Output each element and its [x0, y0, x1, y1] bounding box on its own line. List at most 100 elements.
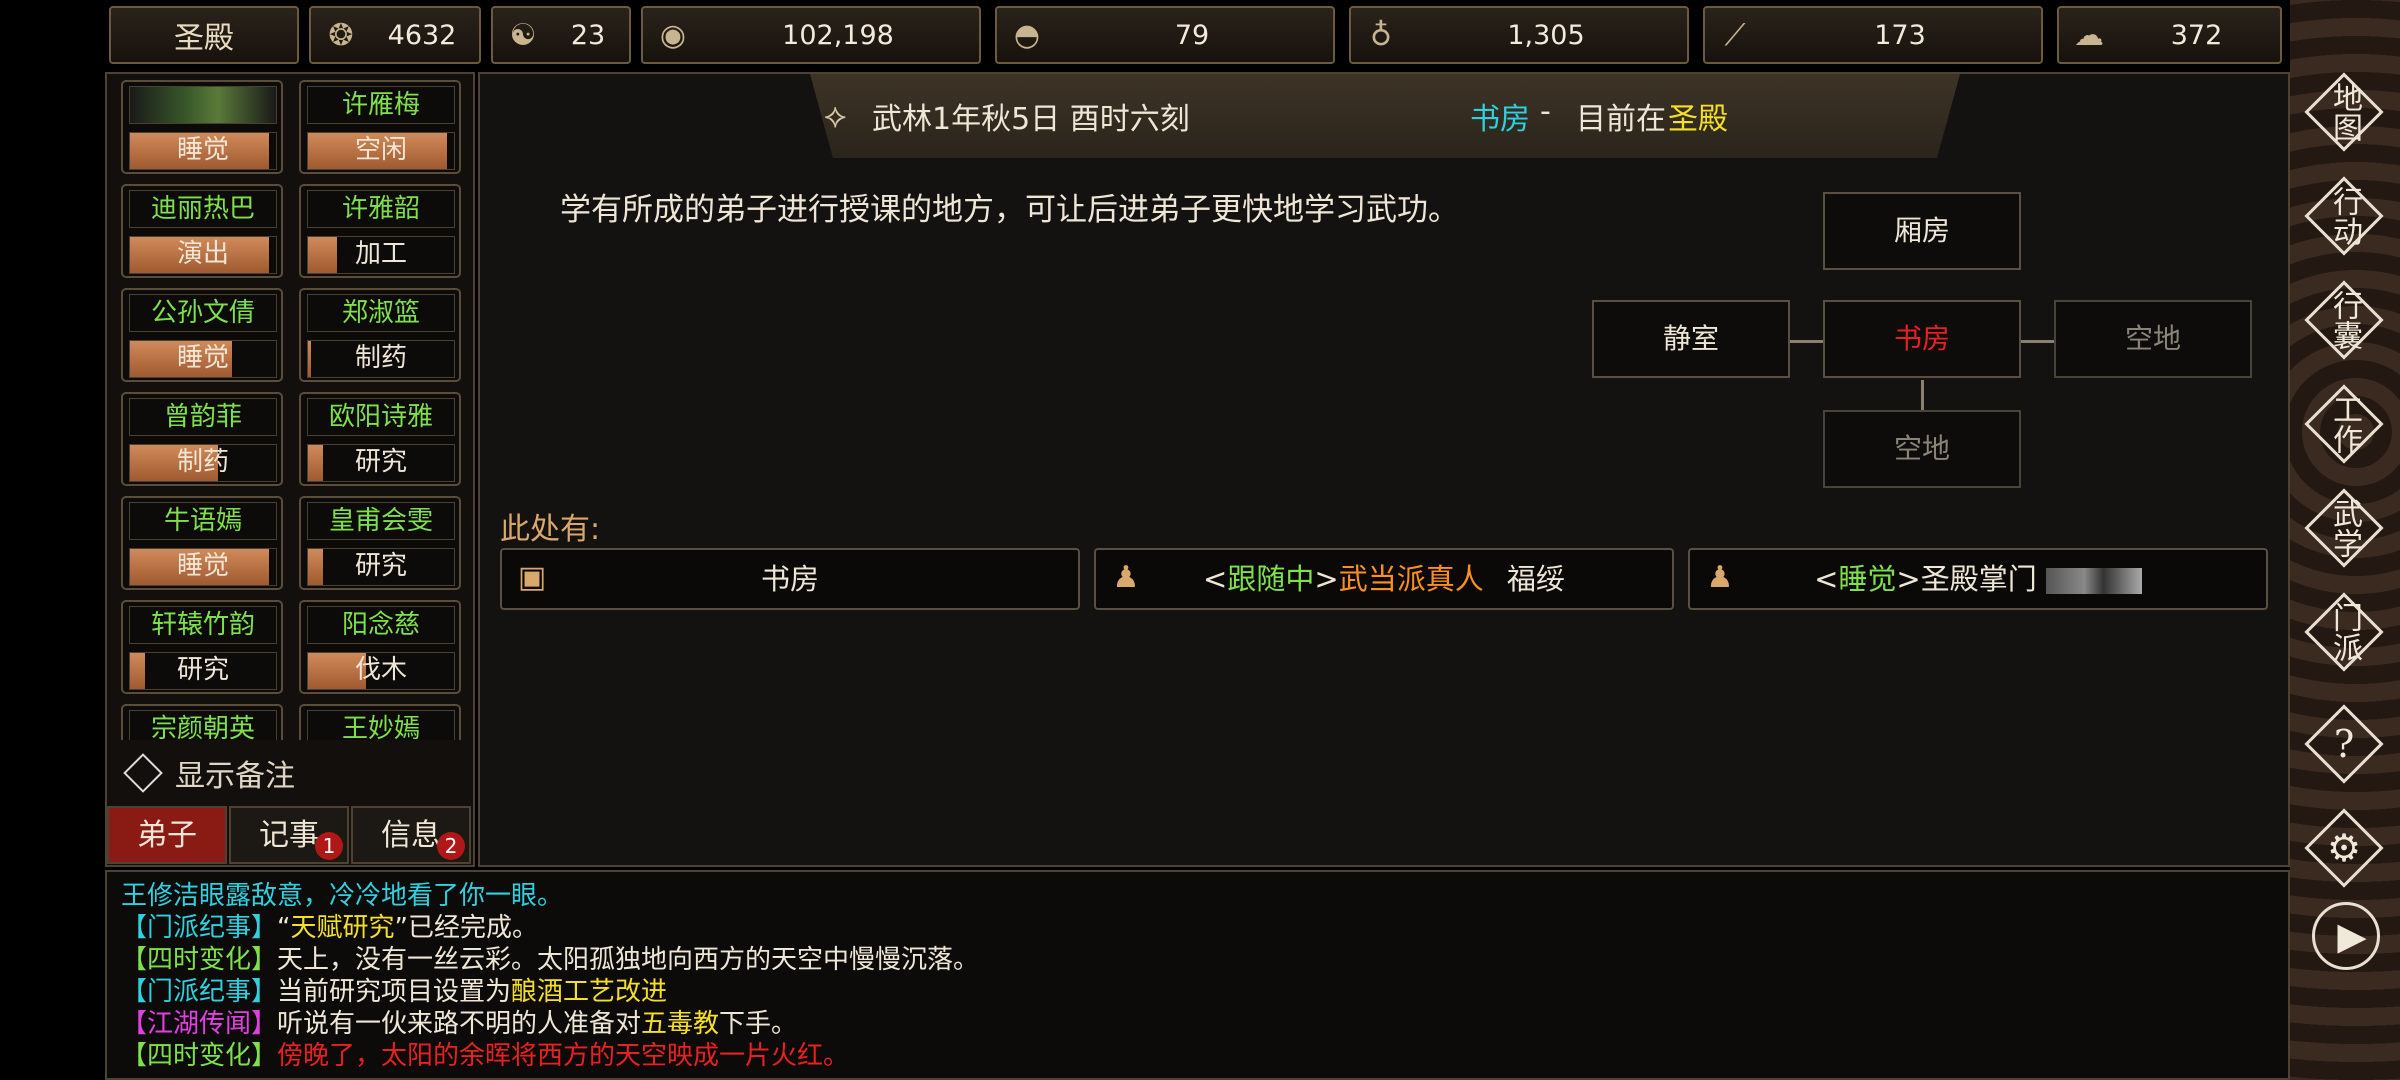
entity-npc[interactable]: ♟ <跟随中>武当派真人 福绥: [1094, 548, 1674, 610]
entity-label: 书房: [760, 562, 819, 596]
disciple-activity: 研究: [354, 447, 407, 477]
location-display[interactable]: 圣殿: [109, 6, 299, 64]
disciple-card[interactable]: 迪丽热巴 演出: [121, 184, 283, 278]
disciple-activity: 演出: [176, 239, 229, 269]
map-room-current[interactable]: 书房: [1823, 300, 2021, 378]
map-room-west[interactable]: 静室: [1592, 300, 1790, 378]
entity-room-item[interactable]: ▣ 书房: [500, 548, 1080, 610]
disciple-name: 迪丽热巴: [129, 190, 277, 228]
disciple-activity: 制药: [354, 343, 407, 373]
checkbox-diamond-icon[interactable]: [123, 753, 163, 793]
disciple-panel: 睡觉 许雁梅 空闲 迪丽热巴 演出 许雅韶 加工 公孙文倩 睡觉 郑淑篮 制药 曾韵菲 制药 欧阳诗雅 研究…: [105, 72, 475, 867]
disciple-list[interactable]: 睡觉 许雁梅 空闲 迪丽热巴 演出 许雅韶 加工 公孙文倩 睡觉 郑淑篮 制药 曾韵菲 制药 欧阳诗雅 研究…: [121, 80, 471, 740]
log-tag: 【四时变化】: [121, 1041, 278, 1071]
ore-icon: ☁: [2074, 17, 2104, 53]
tab-records[interactable]: 记事 1: [229, 806, 349, 864]
map-connector: [2021, 340, 2054, 343]
disciple-name: 皇甫会雯: [307, 502, 455, 540]
disciple-card[interactable]: 公孙文倩 睡觉: [121, 288, 283, 382]
disciple-card[interactable]: 睡觉: [121, 80, 283, 174]
menu-label: 地图: [2327, 82, 2362, 142]
menu-action-button[interactable]: 行动: [2304, 176, 2384, 256]
disciple-activity: 睡觉: [176, 551, 229, 581]
disciple-name: 阳念慈: [307, 606, 455, 644]
menu-label: ▶: [2337, 914, 2367, 958]
resource-coin[interactable]: ◉ 102,198: [641, 6, 981, 64]
menu-bag-button[interactable]: 行囊: [2304, 280, 2384, 360]
activity-progress-bar: 睡觉: [129, 548, 277, 586]
disciple-name: 王妙嫣: [307, 710, 455, 740]
tab-label: 信息: [381, 818, 441, 853]
resource-value: 372: [2170, 19, 2223, 51]
food-bowl-icon: ◓: [1013, 17, 1041, 53]
log-text: 王修洁眼露敌意，冷冷地看了你一眼。: [121, 881, 564, 911]
disciple-card[interactable]: 许雁梅 空闲: [299, 80, 461, 174]
resource-value: 23: [570, 19, 606, 51]
entity-npc[interactable]: ♟ <睡觉>圣殿掌门: [1688, 548, 2268, 610]
resource-ore[interactable]: ☁ 372: [2057, 6, 2282, 64]
disciple-activity: 空闲: [354, 135, 407, 165]
menu-label: 行动: [2327, 186, 2362, 246]
side-menu: 地图 行动 行囊 工作 武学 门派 ? ⚙ ▶: [2290, 0, 2400, 1080]
resource-wine[interactable]: ♁ 1,305: [1349, 6, 1689, 64]
tab-info[interactable]: 信息 2: [351, 806, 471, 864]
tab-label: 弟子: [137, 818, 197, 853]
menu-work-button[interactable]: 工作: [2304, 384, 2384, 464]
room-header: ⟡ 武林1年秋5日 酉时六刻 书房 - 目前在 圣殿: [810, 74, 1960, 158]
log-line: 【门派纪事】当前研究项目设置为酿酒工艺改进: [121, 976, 2274, 1008]
tab-disciples[interactable]: 弟子: [107, 806, 227, 864]
box-icon: ▣: [517, 560, 547, 595]
activity-progress-bar: 研究: [307, 548, 455, 586]
menu-martial-button[interactable]: 武学: [2304, 488, 2384, 568]
log-text: “: [277, 913, 291, 943]
disciple-card[interactable]: 欧阳诗雅 研究: [299, 392, 461, 486]
disciple-card[interactable]: 曾韵菲 制药: [121, 392, 283, 486]
activity-progress-bar: 制药: [307, 340, 455, 378]
disciple-card[interactable]: 皇甫会雯 研究: [299, 496, 461, 590]
menu-sect-button[interactable]: 门派: [2304, 592, 2384, 672]
menu-label: 门派: [2327, 602, 2362, 662]
log-text: 下手。: [719, 1009, 798, 1039]
here-label: 此处有:: [500, 512, 601, 547]
log-text: ”已经完成。: [394, 913, 538, 943]
disciple-activity: 睡觉: [176, 343, 229, 373]
disciple-name-redacted: [129, 86, 277, 124]
log-line: 【四时变化】傍晚了，太阳的余晖将西方的天空映成一片火红。: [121, 1040, 2274, 1072]
map-room-east[interactable]: 空地: [2054, 300, 2252, 378]
disciple-card[interactable]: 许雅韶 加工: [299, 184, 461, 278]
map-room-south[interactable]: 空地: [1823, 410, 2021, 488]
disciple-name: 牛语嫣: [129, 502, 277, 540]
map-room-north[interactable]: 厢房: [1823, 192, 2021, 270]
disciple-name: 许雁梅: [307, 86, 455, 124]
disciple-name: 欧阳诗雅: [307, 398, 455, 436]
show-memo-toggle[interactable]: 显示备注: [117, 750, 295, 796]
disciple-card[interactable]: 郑淑篮 制药: [299, 288, 461, 382]
activity-progress-bar: 空闲: [307, 132, 455, 170]
disciple-name: 曾韵菲: [129, 398, 277, 436]
disciple-name: 宗颜朝英: [129, 710, 277, 740]
disciple-card[interactable]: 阳念慈 伐木: [299, 600, 461, 694]
disciple-card[interactable]: 王妙嫣: [299, 704, 461, 740]
message-log[interactable]: 王修洁眼露敌意，冷冷地看了你一眼。 【门派纪事】“天赋研究”已经完成。 【四时变…: [105, 870, 2290, 1080]
disciple-card[interactable]: 牛语嫣 睡觉: [121, 496, 283, 590]
menu-map-button[interactable]: 地图: [2304, 72, 2384, 152]
disciple-name: 轩辕竹韵: [129, 606, 277, 644]
disciple-card[interactable]: 宗颜朝英: [121, 704, 283, 740]
disciple-name: 公孙文倩: [129, 294, 277, 332]
resource-value: 1,305: [1507, 19, 1585, 51]
resource-food[interactable]: ◓ 79: [995, 6, 1335, 64]
log-tag: 【四时变化】: [121, 945, 278, 975]
resource-yinyang[interactable]: ☯ 23: [491, 6, 631, 64]
game-date: 武林1年秋5日 酉时六刻: [872, 102, 1190, 137]
disciple-card[interactable]: 轩辕竹韵 研究: [121, 600, 283, 694]
log-tag: 【江湖传闻】: [121, 1009, 278, 1039]
entity-status: 跟随中: [1227, 562, 1315, 596]
notification-badge: 1: [315, 832, 343, 860]
disciple-activity: 睡觉: [176, 135, 229, 165]
play-button[interactable]: ▶: [2308, 872, 2388, 970]
resource-silver[interactable]: ❂ 4632: [309, 6, 481, 64]
resource-wood[interactable]: ⟋ 173: [1703, 6, 2043, 64]
menu-help-button[interactable]: ?: [2304, 704, 2384, 784]
disciple-activity: 加工: [354, 239, 407, 269]
activity-progress-bar: 睡觉: [129, 340, 277, 378]
